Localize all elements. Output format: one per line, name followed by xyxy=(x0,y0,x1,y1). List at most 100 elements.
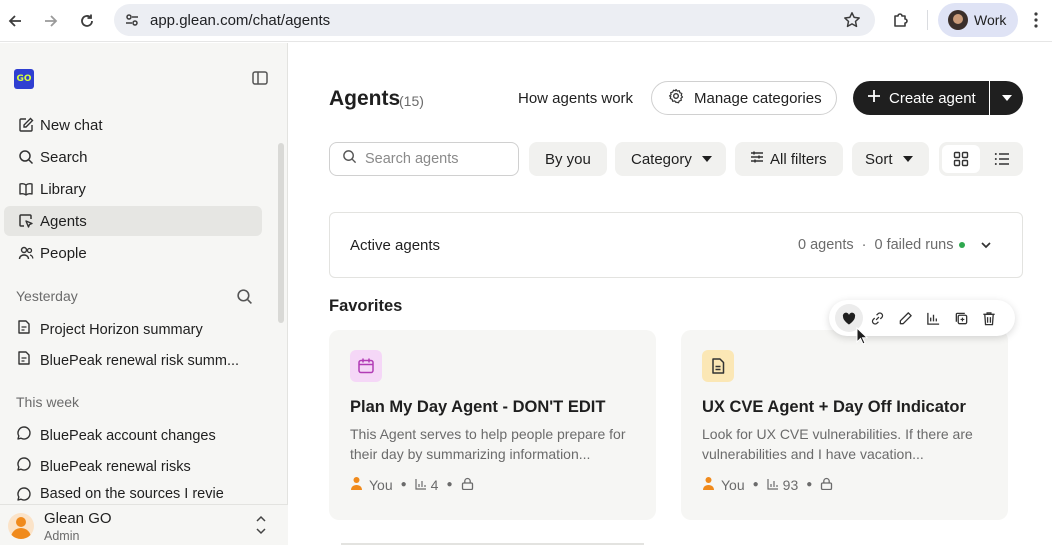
bar-chart-icon xyxy=(767,477,779,493)
glean-logo[interactable]: GO xyxy=(14,69,34,89)
chevron-up-down-icon[interactable] xyxy=(255,511,267,544)
agent-count: (15) xyxy=(399,93,424,109)
history-item[interactable]: Project Horizon summary xyxy=(16,319,256,340)
list-view-icon[interactable] xyxy=(983,145,1021,173)
lock-icon xyxy=(820,477,833,493)
sidebar-item-new-chat[interactable]: New chat xyxy=(4,110,262,140)
all-filters-button[interactable]: All filters xyxy=(735,142,843,176)
document-icon xyxy=(702,350,734,382)
view-toggle xyxy=(939,142,1023,176)
failed-runs-count: 0 failed runs xyxy=(874,237,954,253)
sidebar-item-label: Library xyxy=(40,180,86,198)
sidebar-scrollbar[interactable] xyxy=(278,143,284,323)
sidebar-item-search[interactable]: Search xyxy=(4,142,262,172)
sidebar-item-label: New chat xyxy=(40,116,103,134)
sidebar-item-label: People xyxy=(40,244,87,262)
collapse-sidebar-icon[interactable] xyxy=(251,69,269,92)
back-arrow-icon[interactable] xyxy=(5,11,25,31)
history-item-label: Project Horizon summary xyxy=(40,321,203,338)
create-agent-label: Create agent xyxy=(889,89,976,107)
profile-button[interactable]: Work xyxy=(938,3,1018,37)
search-placeholder: Search agents xyxy=(365,151,459,167)
section-label-yesterday: Yesterday xyxy=(16,288,78,304)
user-menu[interactable]: Glean GO Admin xyxy=(0,504,288,545)
by-you-filter[interactable]: By you xyxy=(529,142,607,176)
history-item-label: BluePeak renewal risks xyxy=(40,458,191,475)
sidebar-item-library[interactable]: Library xyxy=(4,174,262,204)
copy-icon[interactable] xyxy=(947,304,975,332)
history-item[interactable]: BluePeak renewal risks xyxy=(16,456,256,477)
create-agent-button[interactable]: Create agent xyxy=(853,81,989,115)
how-agents-work-link[interactable]: How agents work xyxy=(518,90,633,107)
reload-icon[interactable] xyxy=(77,11,97,31)
agent-card[interactable]: Plan My Day Agent - DON'T EDIT This Agen… xyxy=(329,330,656,520)
agent-owner: You xyxy=(369,476,393,493)
chat-bubble-icon xyxy=(16,486,32,504)
sidebar-item-agents[interactable]: Agents xyxy=(4,206,262,236)
by-you-label: By you xyxy=(545,150,591,168)
agent-card-description: Look for UX CVE vulnerabilities. If ther… xyxy=(702,426,973,462)
agent-card-description: This Agent serves to help people prepare… xyxy=(350,426,626,462)
caret-down-icon xyxy=(1001,95,1012,101)
address-bar[interactable]: app.glean.com/chat/agents xyxy=(114,4,875,36)
all-filters-label: All filters xyxy=(770,150,827,168)
agent-card-title: UX CVE Agent + Day Off Indicator xyxy=(702,398,966,416)
active-agents-panel[interactable]: Active agents 0 agents · 0 failed runs xyxy=(329,212,1023,278)
active-agents-status: 0 agents · 0 failed runs xyxy=(798,237,966,253)
agent-card[interactable]: UX CVE Agent + Day Off Indicator Look fo… xyxy=(681,330,1008,520)
history-item[interactable]: BluePeak renewal risk summ... xyxy=(16,350,256,371)
main-content: Agents (15) How agents work Manage categ… xyxy=(289,43,1052,545)
sidebar-item-label: Agents xyxy=(40,212,87,230)
history-item[interactable]: BluePeak account changes xyxy=(16,425,256,446)
create-agent-dropdown[interactable] xyxy=(990,81,1023,115)
chevron-down-icon[interactable] xyxy=(980,238,992,256)
search-agents-input[interactable]: Search agents xyxy=(329,142,519,176)
manage-categories-button[interactable]: Manage categories xyxy=(651,81,837,115)
person-icon xyxy=(702,476,715,493)
history-item[interactable]: Based on the sources I revie xyxy=(16,486,256,504)
profile-label: Work xyxy=(974,12,1007,28)
forward-arrow-icon[interactable] xyxy=(41,11,61,31)
agent-icon xyxy=(16,213,36,229)
agent-owner: You xyxy=(721,476,745,493)
sort-dropdown[interactable]: Sort xyxy=(852,142,929,176)
trash-icon[interactable] xyxy=(975,304,1003,332)
pencil-icon[interactable] xyxy=(891,304,919,332)
sort-label: Sort xyxy=(865,150,893,168)
edit-icon xyxy=(16,117,36,133)
sidebar-item-people[interactable]: People xyxy=(4,238,262,268)
chart-icon[interactable] xyxy=(919,304,947,332)
sliders-icon xyxy=(750,150,764,168)
agent-run-count: 4 xyxy=(430,476,439,493)
document-icon xyxy=(16,350,32,371)
history-item-label: BluePeak renewal risk summ... xyxy=(40,352,240,369)
bookmark-star-icon[interactable] xyxy=(843,11,861,34)
url-text[interactable]: app.glean.com/chat/agents xyxy=(150,12,330,29)
extensions-puzzle-icon[interactable] xyxy=(891,10,911,35)
search-history-icon[interactable] xyxy=(236,288,253,310)
bar-chart-icon xyxy=(415,477,427,493)
caret-down-icon xyxy=(701,156,712,162)
grid-view-icon[interactable] xyxy=(942,145,980,173)
agent-run-count: 93 xyxy=(782,476,799,493)
page-title: Agents xyxy=(329,87,401,110)
agent-card-title: Plan My Day Agent - DON'T EDIT xyxy=(350,398,606,416)
chat-bubble-icon xyxy=(16,456,32,477)
active-agents-label: Active agents xyxy=(350,237,441,254)
browser-menu-icon[interactable] xyxy=(1034,11,1038,34)
history-item-label: Based on the sources I revie xyxy=(40,486,224,502)
category-filter[interactable]: Category xyxy=(615,142,726,176)
gear-icon xyxy=(668,88,684,109)
meta-separator: · xyxy=(861,237,867,253)
caret-down-icon xyxy=(902,156,913,162)
document-icon xyxy=(16,319,32,340)
site-info-icon[interactable] xyxy=(124,12,140,33)
toolbar-divider xyxy=(927,10,928,30)
search-icon xyxy=(342,149,357,169)
book-icon xyxy=(16,181,36,197)
category-label: Category xyxy=(631,150,692,168)
status-dot xyxy=(959,242,966,248)
profile-avatar xyxy=(948,10,968,30)
mouse-cursor-icon xyxy=(856,326,869,350)
sidebar-item-label: Search xyxy=(40,148,88,166)
